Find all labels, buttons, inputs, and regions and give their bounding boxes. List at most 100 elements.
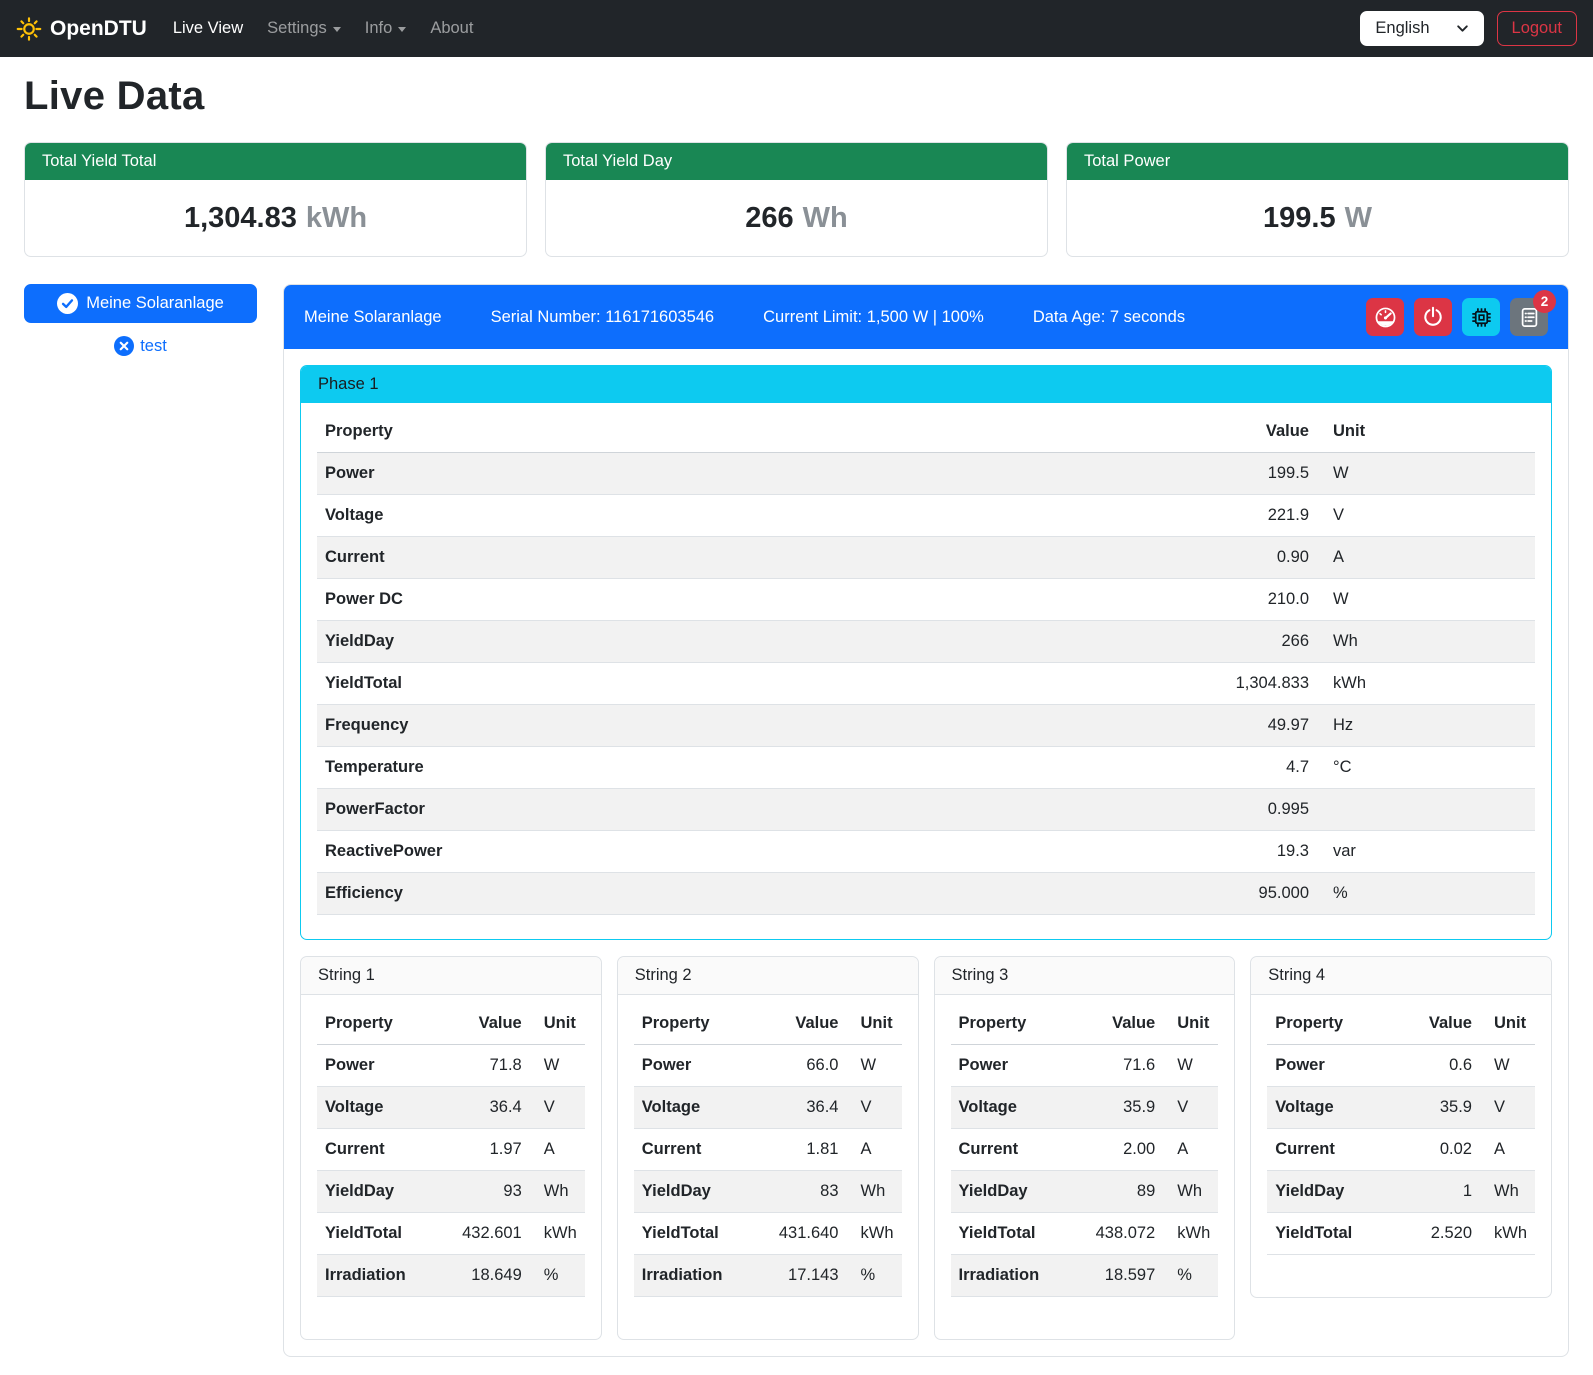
value-cell: 1.81 — [753, 1129, 846, 1171]
value-cell: 438.072 — [1070, 1213, 1163, 1255]
unit-cell: V — [1480, 1087, 1535, 1129]
inverter-data-age: Data Age: 7 seconds — [1033, 308, 1185, 327]
table-header-row: PropertyValueUnit — [634, 1003, 902, 1045]
property-cell: Temperature — [317, 747, 1197, 789]
strings-grid: String 1 PropertyValueUnitPower71.8WVolt… — [300, 956, 1552, 1340]
summary-card-title: Total Power — [1067, 143, 1568, 180]
table-row: Irradiation18.649% — [317, 1255, 585, 1297]
table-row: YieldDay83Wh — [634, 1171, 902, 1213]
table-row: ReactivePower19.3var — [317, 831, 1535, 873]
value-cell: 1.97 — [436, 1129, 529, 1171]
value-cell: 431.640 — [753, 1213, 846, 1255]
value-cell: 0.02 — [1397, 1129, 1480, 1171]
property-cell: PowerFactor — [317, 789, 1197, 831]
table-row: Current0.02A — [1267, 1129, 1535, 1171]
value-cell: 210.0 — [1197, 579, 1317, 621]
check-circle-icon — [57, 293, 78, 314]
table-row: YieldDay93Wh — [317, 1171, 585, 1213]
summary-card-total-yield-day: Total Yield Day 266 Wh — [545, 142, 1048, 257]
value-cell: 89 — [1070, 1171, 1163, 1213]
inverter-button-selected[interactable]: Meine Solaranlage — [24, 284, 257, 323]
table-row: Power71.8W — [317, 1045, 585, 1087]
unit-cell: kWh — [530, 1213, 585, 1255]
table-row: Current2.00A — [951, 1129, 1219, 1171]
value-cell: 2.520 — [1397, 1213, 1480, 1255]
property-cell: Irradiation — [317, 1255, 436, 1297]
unit-cell: % — [1163, 1255, 1218, 1297]
column-header-unit: Unit — [1317, 411, 1535, 453]
event-log-button[interactable]: 2 — [1510, 298, 1548, 336]
nav-item-settings-label: Settings — [267, 19, 327, 38]
value-cell: 17.143 — [753, 1255, 846, 1297]
column-header-unit: Unit — [530, 1003, 585, 1045]
column-header-unit: Unit — [1163, 1003, 1218, 1045]
value-cell: 266 — [1197, 621, 1317, 663]
nav-item-settings[interactable]: Settings — [259, 11, 349, 46]
language-select[interactable]: English — [1360, 11, 1483, 46]
property-cell: Voltage — [1267, 1087, 1397, 1129]
unit-cell: kWh — [847, 1213, 902, 1255]
string-table-3: PropertyValueUnitPower71.6WVoltage35.9VC… — [951, 1003, 1219, 1297]
string-card-3: String 3 PropertyValueUnitPower71.6WVolt… — [934, 956, 1236, 1340]
phase-panel-title: Phase 1 — [301, 366, 1551, 403]
string-card-1: String 1 PropertyValueUnitPower71.8WVolt… — [300, 956, 602, 1340]
limit-settings-button[interactable] — [1366, 298, 1404, 336]
unit-cell: Wh — [847, 1171, 902, 1213]
unit-cell: W — [847, 1045, 902, 1087]
value-cell: 18.597 — [1070, 1255, 1163, 1297]
property-cell: Current — [1267, 1129, 1397, 1171]
unit-cell: Wh — [1480, 1171, 1535, 1213]
inverter-link-test[interactable]: test — [24, 336, 257, 356]
table-row: YieldTotal432.601kWh — [317, 1213, 585, 1255]
nav-item-about[interactable]: About — [422, 11, 481, 46]
brand[interactable]: OpenDTU — [16, 16, 147, 42]
unit-cell: Hz — [1317, 705, 1535, 747]
chevron-down-icon — [1456, 22, 1469, 35]
value-cell: 0.90 — [1197, 537, 1317, 579]
summary-card-unit: kWh — [306, 202, 367, 235]
table-row: Irradiation18.597% — [951, 1255, 1219, 1297]
event-count-badge: 2 — [1533, 290, 1556, 313]
column-header-property: Property — [1267, 1003, 1397, 1045]
unit-cell: °C — [1317, 747, 1535, 789]
value-cell: 71.6 — [1070, 1045, 1163, 1087]
power-toggle-button[interactable] — [1414, 298, 1452, 336]
inverter-link-label: test — [140, 337, 167, 356]
summary-cards: Total Yield Total 1,304.83 kWh Total Yie… — [24, 142, 1569, 257]
column-header-value: Value — [1070, 1003, 1163, 1045]
property-cell: Power DC — [317, 579, 1197, 621]
property-cell: Irradiation — [951, 1255, 1070, 1297]
column-header-value: Value — [1197, 411, 1317, 453]
nav-item-live-view-label: Live View — [173, 19, 243, 38]
property-cell: YieldDay — [634, 1171, 753, 1213]
inverter-card: Meine Solaranlage Serial Number: 1161716… — [283, 284, 1569, 1357]
device-info-button[interactable] — [1462, 298, 1500, 336]
property-cell: ReactivePower — [317, 831, 1197, 873]
nav-item-live-view[interactable]: Live View — [165, 11, 251, 46]
table-row: Frequency49.97Hz — [317, 705, 1535, 747]
power-icon — [1422, 306, 1444, 328]
unit-cell: % — [847, 1255, 902, 1297]
property-cell: YieldDay — [317, 1171, 436, 1213]
property-cell: Current — [634, 1129, 753, 1171]
property-cell: Voltage — [951, 1087, 1070, 1129]
table-row: Voltage36.4V — [634, 1087, 902, 1129]
unit-cell: var — [1317, 831, 1535, 873]
summary-card-title: Total Yield Day — [546, 143, 1047, 180]
logout-button[interactable]: Logout — [1497, 11, 1577, 46]
property-cell: Voltage — [634, 1087, 753, 1129]
table-row: YieldTotal431.640kWh — [634, 1213, 902, 1255]
string-card-title: String 1 — [301, 957, 601, 995]
property-cell: YieldDay — [951, 1171, 1070, 1213]
table-row: Power DC210.0W — [317, 579, 1535, 621]
summary-card-total-power: Total Power 199.5 W — [1066, 142, 1569, 257]
value-cell: 95.000 — [1197, 873, 1317, 915]
property-cell: Power — [951, 1045, 1070, 1087]
phase-panel: Phase 1 PropertyValueUnitPower199.5WVolt… — [300, 365, 1552, 940]
property-cell: YieldTotal — [317, 1213, 436, 1255]
column-header-value: Value — [753, 1003, 846, 1045]
value-cell: 432.601 — [436, 1213, 529, 1255]
value-cell: 1 — [1397, 1171, 1480, 1213]
nav-item-info[interactable]: Info — [357, 11, 415, 46]
chevron-down-icon — [398, 27, 406, 32]
